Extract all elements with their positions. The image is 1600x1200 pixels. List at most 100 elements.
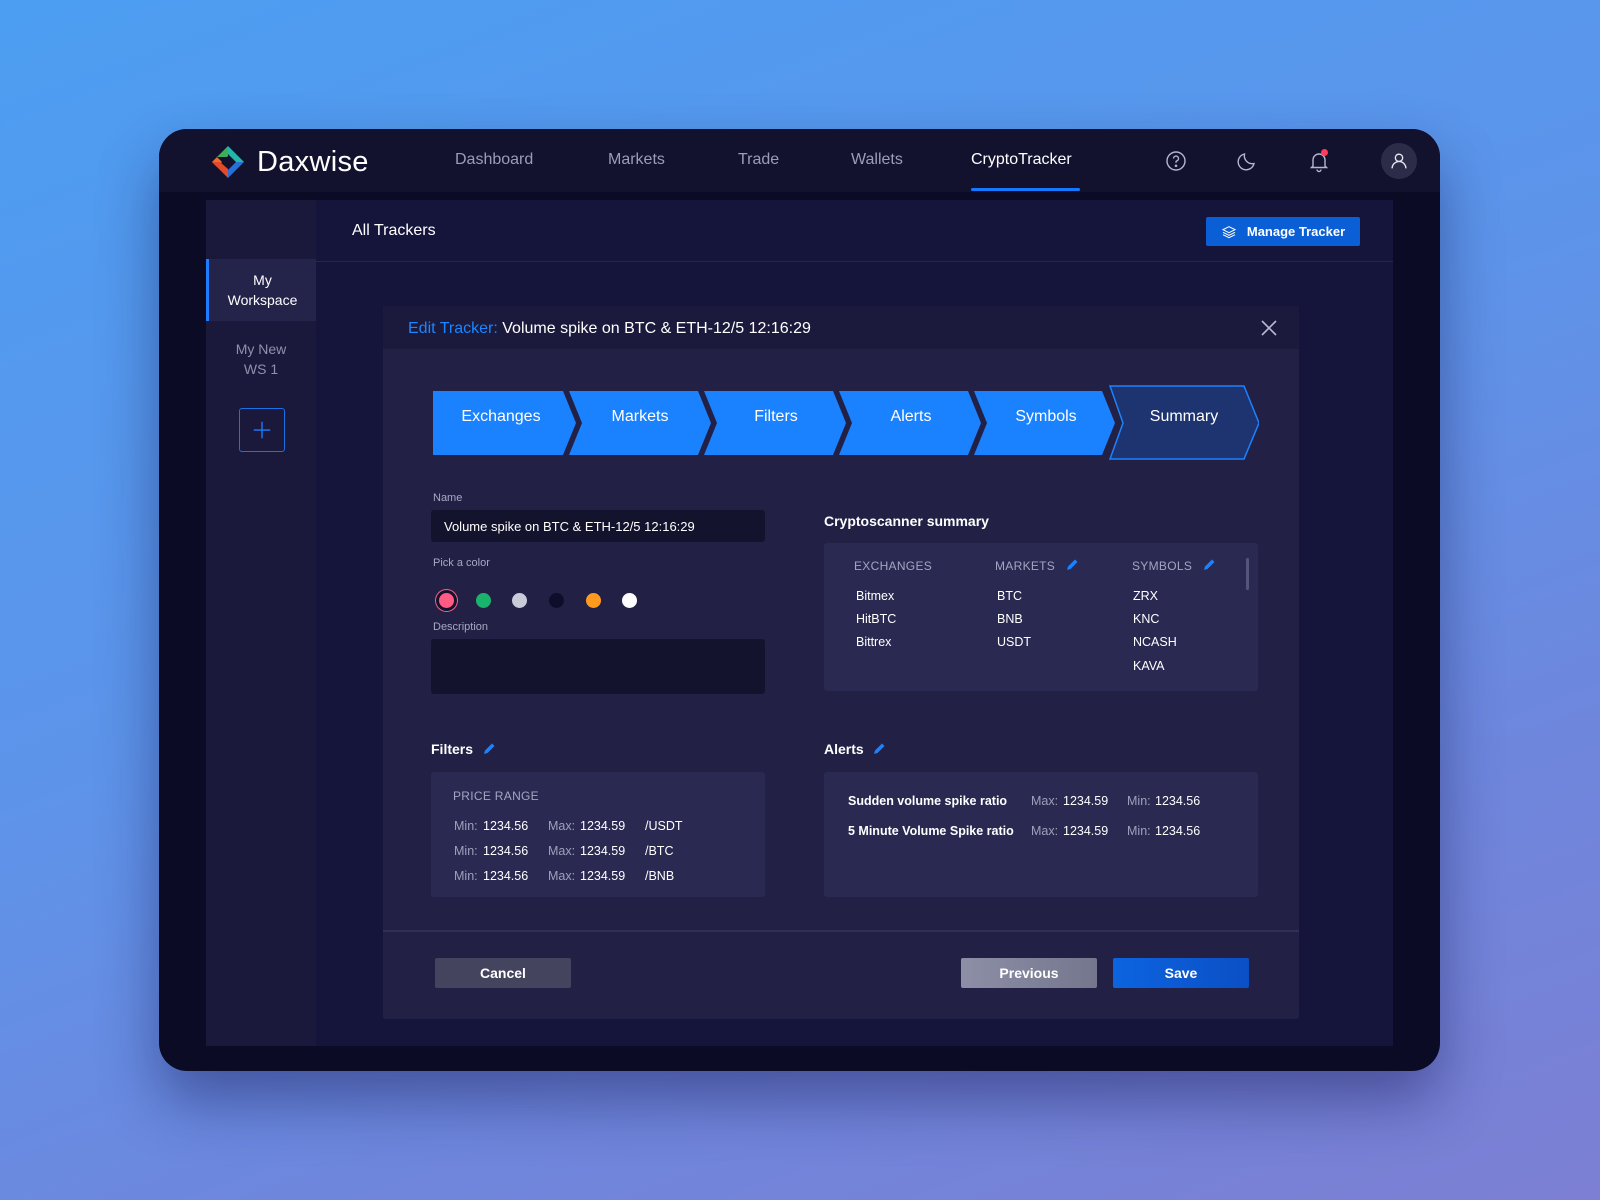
step-exchanges[interactable] bbox=[433, 391, 576, 455]
min-value: 1234.56 bbox=[1155, 794, 1201, 808]
notification-dot bbox=[1321, 149, 1328, 156]
pair-label: /USDT bbox=[645, 819, 683, 833]
avatar[interactable] bbox=[1381, 143, 1417, 179]
bell-icon[interactable] bbox=[1307, 149, 1331, 173]
nav-cryptotracker[interactable]: CryptoTracker bbox=[971, 151, 1072, 169]
max-label: Max: bbox=[548, 819, 576, 833]
edit-markets-icon[interactable] bbox=[1065, 558, 1079, 572]
modal-header: Edit Tracker: Volume spike on BTC & ETH-… bbox=[383, 306, 1299, 349]
exchange-item: Bittrex bbox=[856, 635, 892, 649]
summary-title: Cryptoscanner summary bbox=[824, 513, 989, 529]
color-swatch-orange[interactable] bbox=[586, 593, 601, 608]
exchange-item: Bitmex bbox=[856, 589, 895, 603]
sidebar-item-label: My bbox=[253, 272, 272, 288]
min-label: Min: bbox=[454, 844, 478, 858]
min-label: Min: bbox=[454, 869, 478, 883]
nav-markets[interactable]: Markets bbox=[608, 151, 665, 169]
summary-scrollbar[interactable] bbox=[1246, 558, 1249, 590]
filters-panel: PRICE RANGE Min: 1234.56 Max: 1234.59 /U… bbox=[431, 772, 765, 897]
summary-panel: EXCHANGES MARKETS SYMBOLS Bitmex HitBTC … bbox=[824, 543, 1258, 691]
save-button[interactable]: Save bbox=[1113, 958, 1249, 988]
max-value: 1234.59 bbox=[580, 819, 626, 833]
symbol-item: NCASH bbox=[1133, 635, 1177, 649]
color-swatch-navy[interactable] bbox=[549, 593, 564, 608]
min-value: 1234.56 bbox=[1155, 824, 1201, 838]
add-workspace-button[interactable] bbox=[239, 408, 285, 452]
market-item: USDT bbox=[997, 635, 1032, 649]
nav-trade[interactable]: Trade bbox=[738, 151, 779, 169]
content-area: My Workspace My New WS 1 All Trackers Ma… bbox=[206, 200, 1393, 1046]
app-window: Daxwise Dashboard Markets Trade Wallets … bbox=[159, 129, 1440, 1071]
edit-tracker-modal: Edit Tracker: Volume spike on BTC & ETH-… bbox=[383, 306, 1299, 1019]
sidebar-item-label: WS 1 bbox=[243, 361, 279, 377]
column-header-exchanges: EXCHANGES bbox=[854, 559, 933, 573]
close-icon[interactable] bbox=[1259, 318, 1279, 338]
modal-title: Edit Tracker: Volume spike on BTC & ETH-… bbox=[408, 320, 811, 338]
min-value: 1234.56 bbox=[483, 844, 529, 858]
modal-title-text: Volume spike on BTC & ETH-12/5 12:16:29 bbox=[502, 320, 811, 337]
market-item: BNB bbox=[997, 612, 1023, 626]
max-value: 1234.59 bbox=[1063, 824, 1109, 838]
max-label: Max: bbox=[1031, 794, 1059, 808]
max-value: 1234.59 bbox=[1063, 794, 1109, 808]
edit-alerts-icon[interactable] bbox=[872, 742, 886, 756]
price-range-heading: PRICE RANGE bbox=[453, 789, 539, 803]
previous-button[interactable]: Previous bbox=[961, 958, 1097, 988]
color-swatch-green[interactable] bbox=[476, 593, 491, 608]
edit-filters-icon[interactable] bbox=[482, 742, 496, 756]
step-summary[interactable] bbox=[1108, 385, 1259, 460]
moon-icon[interactable] bbox=[1235, 149, 1259, 173]
alerts-panel: Sudden volume spike ratio Max: 1234.59 M… bbox=[824, 772, 1258, 897]
color-label: Pick a color bbox=[433, 557, 490, 569]
max-label: Max: bbox=[1031, 824, 1059, 838]
sidebar-item-my-workspace[interactable]: My Workspace bbox=[206, 259, 316, 321]
step-alerts[interactable] bbox=[839, 391, 981, 455]
color-swatch-pink[interactable] bbox=[439, 593, 454, 608]
name-label: Name bbox=[433, 492, 463, 504]
modal-title-prefix: Edit Tracker: bbox=[408, 320, 498, 337]
daxwise-logo-icon bbox=[212, 146, 244, 178]
pair-label: /BNB bbox=[645, 869, 675, 883]
top-navbar: Daxwise Dashboard Markets Trade Wallets … bbox=[159, 129, 1440, 192]
min-value: 1234.56 bbox=[483, 869, 529, 883]
exchange-item: HitBTC bbox=[856, 612, 897, 626]
manage-tracker-button[interactable]: Manage Tracker bbox=[1206, 217, 1360, 246]
user-icon bbox=[1391, 153, 1407, 169]
pair-label: /BTC bbox=[645, 844, 674, 858]
sidebar-item-label: Workspace bbox=[227, 292, 298, 308]
logo[interactable]: Daxwise bbox=[209, 143, 369, 181]
modal-footer: Cancel Previous Save bbox=[383, 930, 1299, 1019]
alerts-title: Alerts bbox=[824, 741, 864, 757]
nav-wallets[interactable]: Wallets bbox=[851, 151, 903, 169]
nav-active-indicator bbox=[971, 188, 1080, 191]
color-swatch-gray[interactable] bbox=[512, 593, 527, 608]
column-header-symbols: SYMBOLS bbox=[1132, 559, 1193, 573]
symbol-item: KAVA bbox=[1133, 659, 1165, 673]
max-value: 1234.59 bbox=[580, 844, 626, 858]
max-label: Max: bbox=[548, 844, 576, 858]
step-symbols[interactable] bbox=[974, 391, 1115, 455]
min-label: Min: bbox=[1127, 824, 1151, 838]
step-markets[interactable] bbox=[569, 391, 711, 455]
sidebar-item-my-new-ws-1[interactable]: My New WS 1 bbox=[206, 339, 316, 381]
page-title: All Trackers bbox=[352, 222, 436, 239]
step-filters[interactable] bbox=[704, 391, 846, 455]
description-label: Description bbox=[433, 621, 489, 633]
help-icon[interactable] bbox=[1164, 149, 1188, 173]
manage-tracker-label: Manage Tracker bbox=[1246, 224, 1346, 239]
name-input[interactable] bbox=[431, 510, 765, 542]
main-header: All Trackers Manage Tracker bbox=[316, 200, 1393, 262]
min-value: 1234.56 bbox=[483, 819, 529, 833]
color-swatch-white[interactable] bbox=[622, 593, 637, 608]
plus-icon bbox=[253, 421, 271, 439]
filters-title: Filters bbox=[431, 741, 474, 757]
app-name: Daxwise bbox=[257, 145, 369, 178]
step-wizard: Exchanges Markets Filters Alerts Symbols… bbox=[433, 385, 1259, 460]
nav-dashboard[interactable]: Dashboard bbox=[455, 151, 533, 169]
workspace-sidebar: My Workspace My New WS 1 bbox=[206, 200, 316, 1046]
symbol-item: ZRX bbox=[1133, 589, 1158, 603]
alert-name: 5 Minute Volume Spike ratio bbox=[848, 824, 1014, 838]
cancel-button[interactable]: Cancel bbox=[435, 958, 571, 988]
description-input[interactable] bbox=[431, 639, 765, 694]
edit-symbols-icon[interactable] bbox=[1202, 558, 1216, 572]
